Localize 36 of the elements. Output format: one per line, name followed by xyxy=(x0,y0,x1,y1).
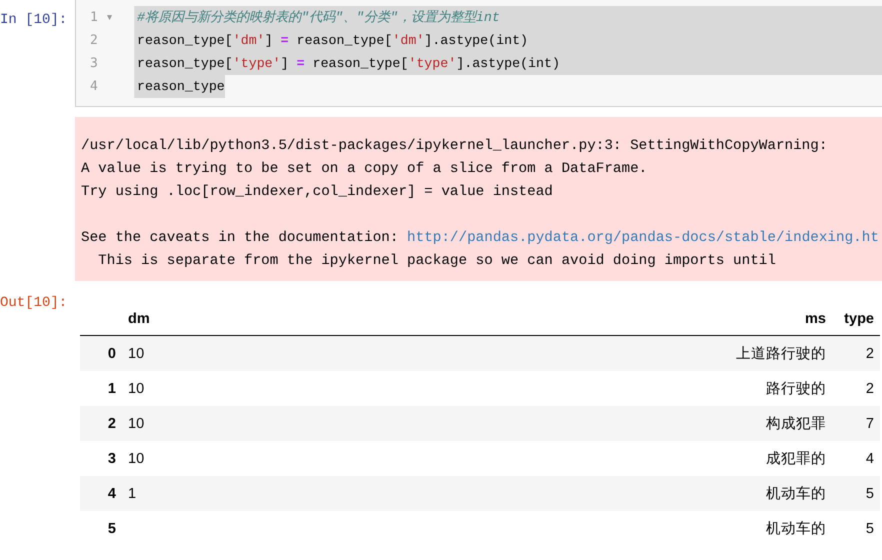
documentation-link[interactable]: http://pandas.pydata.org/pandas-docs/stable/indexing.ht xyxy=(407,230,879,246)
row-index: 2 xyxy=(80,406,122,441)
table-cell: 成犯罪的 xyxy=(298,441,832,476)
line-number: 2 xyxy=(89,32,99,50)
warning-text: See the caveats in the documentation: xyxy=(81,230,400,246)
table-cell: 7 xyxy=(832,406,880,441)
line-number: 3 xyxy=(89,55,99,73)
table-cell: 5 xyxy=(832,511,880,546)
table-cell: 10 xyxy=(122,371,299,406)
table-cell: 机动车的 xyxy=(298,476,832,511)
row-index: 0 xyxy=(80,336,122,371)
warning-text: Try using .loc[row_indexer,col_indexer] = value instead xyxy=(81,183,554,202)
table-cell: 10 xyxy=(122,441,299,476)
line-number: 1 ▾ xyxy=(89,9,114,27)
warning-text: This is separate from the ipykernel package so we can avoid doing imports until xyxy=(97,252,777,271)
output-prompt: Out[10]: xyxy=(0,294,68,313)
code-editor[interactable]: 1 ▾ 2 3 4 #将原因与新分类的映射表的"代码"、"分类"，设置为整型int reason_type['dm'] = reason_type['dm'].astype(int) reason_type['type'] = reason_type['type'].astype(int) reason_type xyxy=(75,0,882,107)
table-cell: 2 xyxy=(832,336,880,371)
input-prompt: In [10]: xyxy=(0,11,68,28)
table-cell: 构成犯罪 xyxy=(298,406,832,441)
table-cell: 上道路行驶的 xyxy=(298,336,832,371)
row-index: 3 xyxy=(80,441,122,476)
table-cell: 路行驶的 xyxy=(298,371,832,406)
table-cell: 2 xyxy=(832,371,880,406)
table-cell: 10 xyxy=(122,406,299,441)
table-cell: 机动车的 xyxy=(298,511,832,546)
table-cell: 4 xyxy=(832,441,880,476)
row-index: 1 xyxy=(80,371,122,406)
table-cell: 10 xyxy=(122,336,299,371)
warning-text: A value is trying to be set on a copy of a slice from a DataFrame. xyxy=(81,160,648,179)
line-number: 4 xyxy=(89,78,99,96)
row-index: 4 xyxy=(80,476,122,511)
table-cell: 5 xyxy=(832,476,880,511)
warning-text: /usr/local/lib/python3.5/dist-packages/ipykernel_launcher.py:3: SettingWithCopyWarning: xyxy=(81,137,828,156)
table-cell: 1 xyxy=(122,476,299,511)
row-index: 5 xyxy=(80,511,122,546)
